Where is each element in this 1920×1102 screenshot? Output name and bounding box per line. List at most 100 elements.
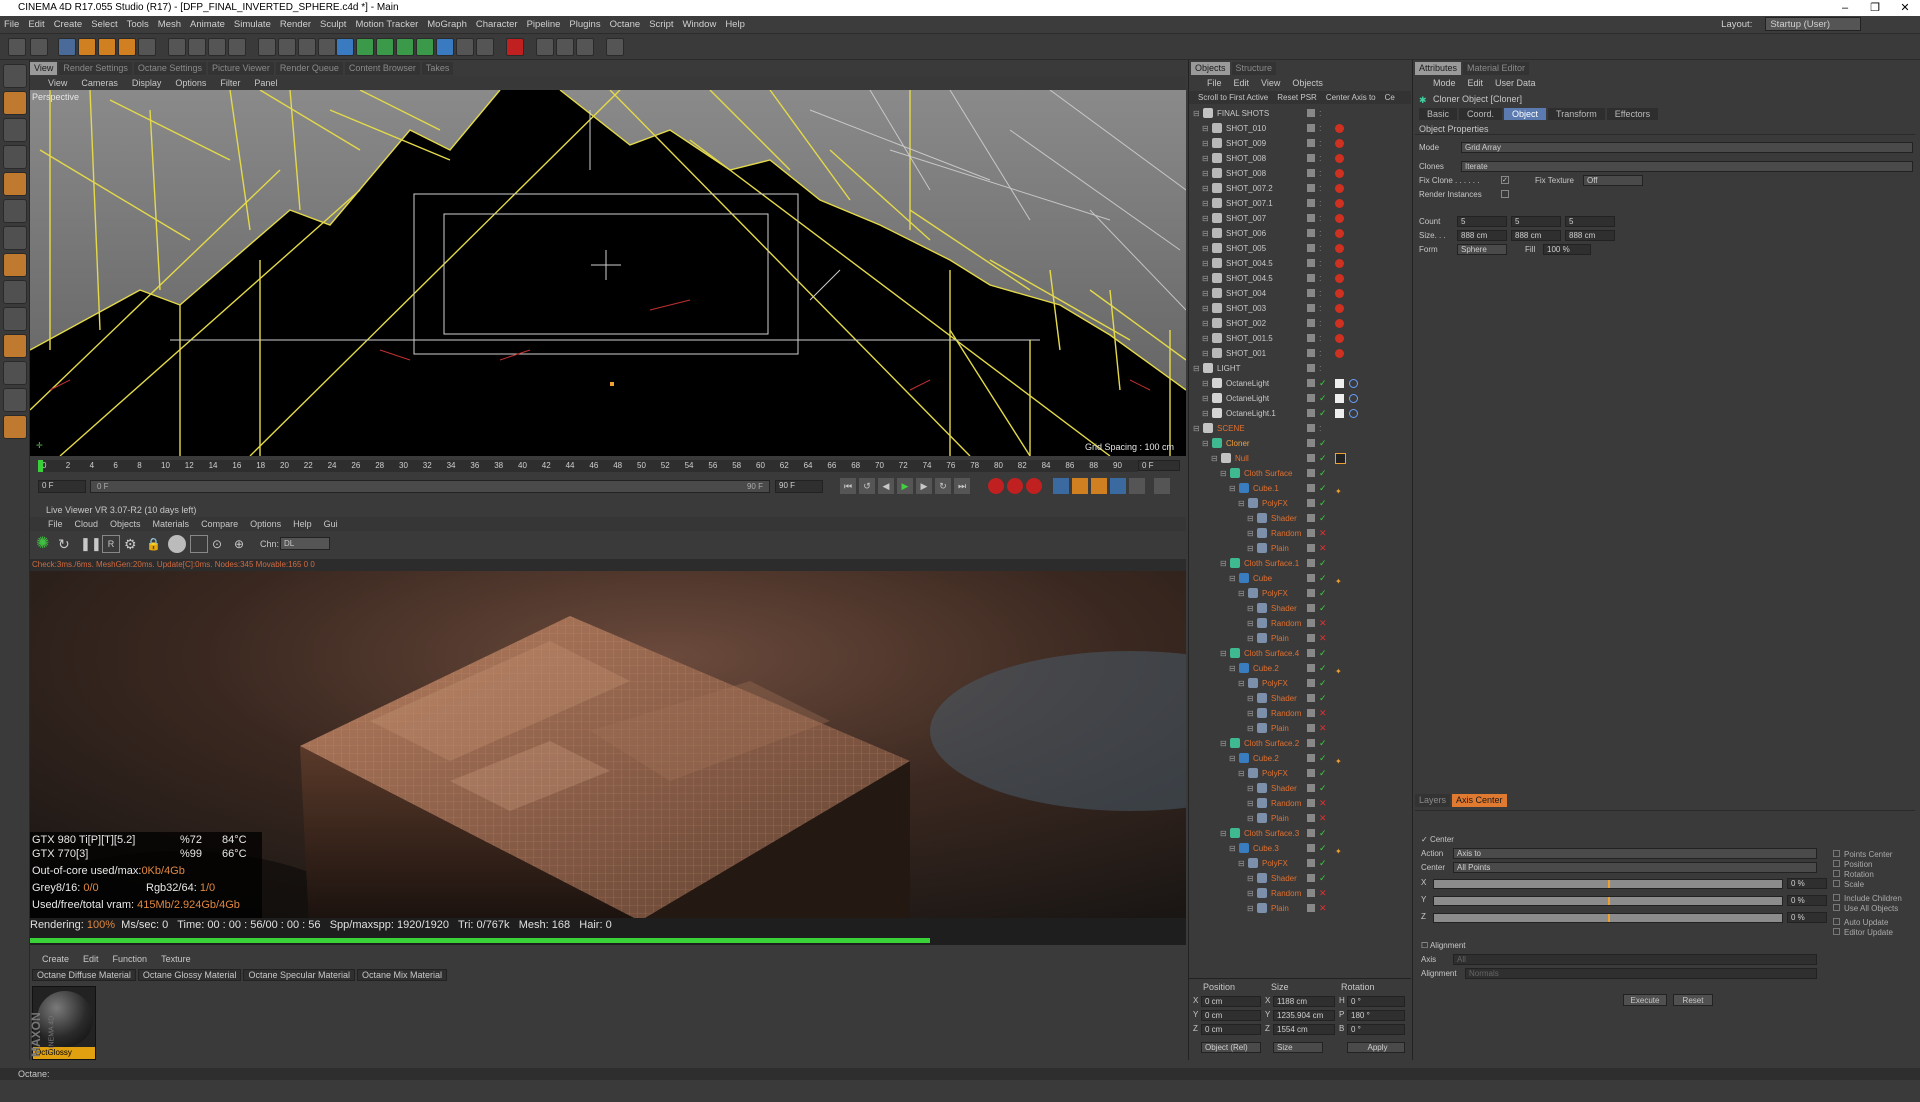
- rotation-field[interactable]: 0 °: [1347, 1024, 1405, 1035]
- axis-option-scale[interactable]: Scale: [1833, 880, 1864, 889]
- enabled-check-icon[interactable]: ✓: [1319, 871, 1327, 886]
- disabled-x-icon[interactable]: ✕: [1319, 811, 1327, 826]
- enabled-check-icon[interactable]: ✓: [1319, 391, 1327, 406]
- render-view-icon[interactable]: [258, 38, 276, 56]
- center-check[interactable]: ✓ Center: [1421, 835, 1454, 844]
- expand-toggle-icon[interactable]: ⊟: [1229, 481, 1236, 496]
- target-tag-icon[interactable]: [1349, 379, 1358, 388]
- object-row[interactable]: ⊟ Plain ✕: [1189, 901, 1411, 916]
- visibility-dots-icon[interactable]: [1307, 664, 1315, 672]
- layer-dots-icon[interactable]: :: [1319, 301, 1322, 316]
- object-row[interactable]: ⊟ OctaneLight ✓: [1189, 391, 1411, 406]
- axis-dropdown[interactable]: All: [1453, 954, 1817, 965]
- object-row[interactable]: ⊟ SCENE:: [1189, 421, 1411, 436]
- menu-script[interactable]: Script: [649, 19, 673, 30]
- live-viewer-menu-gui[interactable]: Gui: [324, 519, 338, 529]
- subtab-basic[interactable]: Basic: [1419, 108, 1458, 120]
- apply-button[interactable]: Apply: [1347, 1042, 1405, 1053]
- scene-icon[interactable]: [456, 38, 474, 56]
- camera-tag-icon[interactable]: [1335, 139, 1344, 148]
- expand-toggle-icon[interactable]: ⊟: [1202, 316, 1209, 331]
- visibility-dots-icon[interactable]: [1307, 244, 1315, 252]
- visibility-dots-icon[interactable]: [1307, 289, 1315, 297]
- floor-icon[interactable]: [606, 38, 624, 56]
- object-row[interactable]: ⊟ Plain ✕: [1189, 811, 1411, 826]
- size-field[interactable]: 1188 cm: [1273, 996, 1335, 1007]
- enabled-check-icon[interactable]: ✓: [1319, 661, 1327, 676]
- menu-sculpt[interactable]: Sculpt: [320, 19, 346, 30]
- object-row[interactable]: ⊟ SHOT_001.5:: [1189, 331, 1411, 346]
- layer-dots-icon[interactable]: :: [1319, 241, 1322, 256]
- layer-dots-icon[interactable]: :: [1319, 196, 1322, 211]
- close-button[interactable]: ✕: [1890, 0, 1920, 16]
- expand-toggle-icon[interactable]: ⊟: [1247, 796, 1254, 811]
- polygons-mode-icon[interactable]: [3, 226, 27, 250]
- object-row[interactable]: ⊟ SHOT_010:: [1189, 121, 1411, 136]
- y-axis-icon[interactable]: [188, 38, 206, 56]
- object-row[interactable]: ⊟ SHOT_004.5:: [1189, 271, 1411, 286]
- object-row[interactable]: ⊟ Cube ✓ ✦: [1189, 571, 1411, 586]
- object-row[interactable]: ⊟ SHOT_003:: [1189, 301, 1411, 316]
- deformer-icon[interactable]: [416, 38, 434, 56]
- visibility-dots-icon[interactable]: [1307, 139, 1315, 147]
- object-row[interactable]: ⊟ Random ✕: [1189, 526, 1411, 541]
- menu-pipeline[interactable]: Pipeline: [527, 19, 561, 30]
- material-tag-icon[interactable]: ✦: [1335, 844, 1344, 856]
- rotate-key-icon[interactable]: [1091, 478, 1107, 494]
- undo-icon[interactable]: [8, 38, 26, 56]
- spline-icon[interactable]: [436, 38, 454, 56]
- layer-dots-icon[interactable]: :: [1319, 346, 1322, 361]
- visibility-dots-icon[interactable]: [1307, 859, 1315, 867]
- object-row[interactable]: ⊟ Cloth Surface.3 ✓: [1189, 826, 1411, 841]
- object-row[interactable]: ⊟ SHOT_007.2:: [1189, 181, 1411, 196]
- size-y-field[interactable]: 888 cm: [1511, 230, 1561, 241]
- checkbox-icon[interactable]: [1833, 870, 1840, 877]
- autokey-icon[interactable]: [1007, 478, 1023, 494]
- camera-tag-icon[interactable]: [1335, 319, 1344, 328]
- camera-tag-icon[interactable]: [1335, 214, 1344, 223]
- menu-plugins[interactable]: Plugins: [569, 19, 600, 30]
- expand-toggle-icon[interactable]: ⊟: [1247, 871, 1254, 886]
- fix-clone-checkbox[interactable]: ✓: [1501, 176, 1509, 184]
- expand-toggle-icon[interactable]: ⊟: [1229, 841, 1236, 856]
- expand-toggle-icon[interactable]: ⊟: [1202, 151, 1209, 166]
- object-row[interactable]: ⊟ PolyFX ✓: [1189, 766, 1411, 781]
- visibility-dots-icon[interactable]: [1307, 229, 1315, 237]
- locked-workplane-icon[interactable]: [3, 361, 27, 385]
- visibility-dots-icon[interactable]: [1307, 319, 1315, 327]
- slider-handle[interactable]: [1608, 880, 1610, 888]
- enabled-check-icon[interactable]: ✓: [1319, 481, 1327, 496]
- visibility-dots-icon[interactable]: [1307, 514, 1315, 522]
- objects-button-reset-psr[interactable]: Reset PSR: [1274, 93, 1320, 102]
- enabled-check-icon[interactable]: ✓: [1319, 496, 1327, 511]
- object-row[interactable]: ⊟ PolyFX ✓: [1189, 676, 1411, 691]
- lock-icon[interactable]: 🔒: [146, 535, 164, 553]
- layer-dots-icon[interactable]: :: [1319, 361, 1322, 376]
- expand-toggle-icon[interactable]: ⊟: [1202, 436, 1209, 451]
- fix-texture-dropdown[interactable]: Off: [1583, 175, 1643, 186]
- timeline[interactable]: 0 2 4 6 8 10 12 14 16 18 20 22 24 26 28 30 32 34 36 38 40 42 4…: [30, 456, 1186, 500]
- planar-workplane-icon[interactable]: [3, 415, 27, 439]
- expand-toggle-icon[interactable]: ⊟: [1202, 391, 1209, 406]
- model-mode-icon[interactable]: [3, 91, 27, 115]
- scale-key-icon[interactable]: [1072, 478, 1088, 494]
- play-icon[interactable]: ▶: [897, 478, 913, 494]
- timeline-playhead[interactable]: [38, 460, 43, 472]
- expand-toggle-icon[interactable]: ⊟: [1202, 301, 1209, 316]
- disabled-x-icon[interactable]: ✕: [1319, 616, 1327, 631]
- object-row[interactable]: ⊟ Plain ✕: [1189, 631, 1411, 646]
- object-row[interactable]: ⊟ Shader ✓: [1189, 871, 1411, 886]
- object-row[interactable]: ⊟ SHOT_009:: [1189, 136, 1411, 151]
- timeline-ruler[interactable]: 0 2 4 6 8 10 12 14 16 18 20 22 24 26 28 30 32 34 36 38 40 42 4…: [38, 460, 1138, 472]
- objects-tab-objects[interactable]: Objects: [1191, 62, 1230, 75]
- expand-toggle-icon[interactable]: ⊟: [1247, 616, 1254, 631]
- slider-handle[interactable]: [1608, 914, 1610, 922]
- light-tag-icon[interactable]: [1335, 379, 1344, 388]
- size-x-field[interactable]: 888 cm: [1457, 230, 1507, 241]
- expand-toggle-icon[interactable]: ⊟: [1247, 886, 1254, 901]
- enabled-check-icon[interactable]: ✓: [1319, 556, 1327, 571]
- visibility-dots-icon[interactable]: [1307, 904, 1315, 912]
- menu-tools[interactable]: Tools: [127, 19, 149, 30]
- axis-mode-icon[interactable]: [3, 253, 27, 277]
- layer-dots-icon[interactable]: :: [1319, 421, 1322, 436]
